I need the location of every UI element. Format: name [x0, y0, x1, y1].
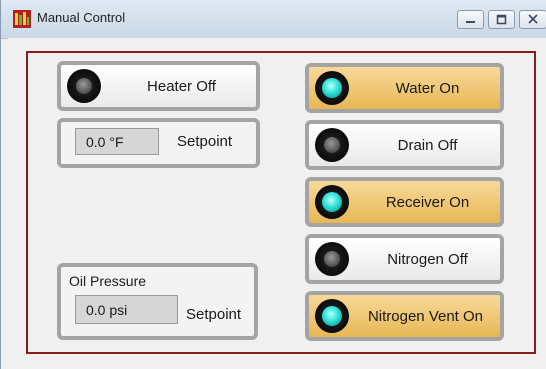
heater-setpoint-box: 0.0 °F Setpoint: [57, 118, 260, 168]
maximize-button[interactable]: [488, 10, 515, 29]
drain-indicator-led: [315, 128, 349, 162]
control-panel: Heater Off 0.0 °F Setpoint Oil Pressure …: [26, 51, 536, 354]
close-button[interactable]: [519, 10, 546, 29]
heater-setpoint-field[interactable]: 0.0 °F: [75, 128, 159, 155]
drain-button-label: Drain Off: [397, 136, 458, 154]
oil-pressure-field[interactable]: 0.0 psi: [75, 295, 178, 324]
receiver-toggle-button[interactable]: Receiver On: [305, 177, 504, 227]
receiver-button-label: Receiver On: [385, 193, 470, 211]
nitrogen-button-label: Nitrogen Off: [387, 250, 468, 268]
receiver-indicator-led: [315, 185, 349, 219]
oil-pressure-title: Oil Pressure: [69, 273, 147, 289]
nitrogen-toggle-button[interactable]: Nitrogen Off: [305, 234, 504, 284]
water-toggle-button[interactable]: Water On: [305, 63, 504, 113]
nitrogen-indicator-led: [315, 242, 349, 276]
title-bar[interactable]: Manual Control: [1, 0, 546, 39]
heater-toggle-button[interactable]: Heater Off: [57, 61, 260, 111]
minimize-button[interactable]: [457, 10, 484, 29]
nitrogen-vent-button-label: Nitrogen Vent On: [367, 307, 484, 325]
heater-indicator-led: [67, 69, 101, 103]
drain-toggle-button[interactable]: Drain Off: [305, 120, 504, 170]
oil-pressure-setpoint-label: Setpoint: [186, 306, 242, 323]
oil-pressure-box: Oil Pressure 0.0 psi Setpoint: [57, 263, 258, 340]
nitrogen-vent-indicator-led: [315, 299, 349, 333]
minimize-icon: [466, 21, 475, 23]
water-button-label: Water On: [395, 79, 460, 97]
app-icon: [13, 10, 31, 28]
manual-control-window: Manual Control Heater Off 0.0 °F Setpoin…: [0, 0, 546, 369]
heater-button-label: Heater Off: [147, 77, 216, 95]
nitrogen-vent-toggle-button[interactable]: Nitrogen Vent On: [305, 291, 504, 341]
close-icon: [528, 14, 538, 24]
window-title: Manual Control: [37, 10, 126, 25]
water-indicator-led: [315, 71, 349, 105]
maximize-icon: [496, 14, 507, 25]
heater-setpoint-label: Setpoint: [177, 133, 233, 150]
